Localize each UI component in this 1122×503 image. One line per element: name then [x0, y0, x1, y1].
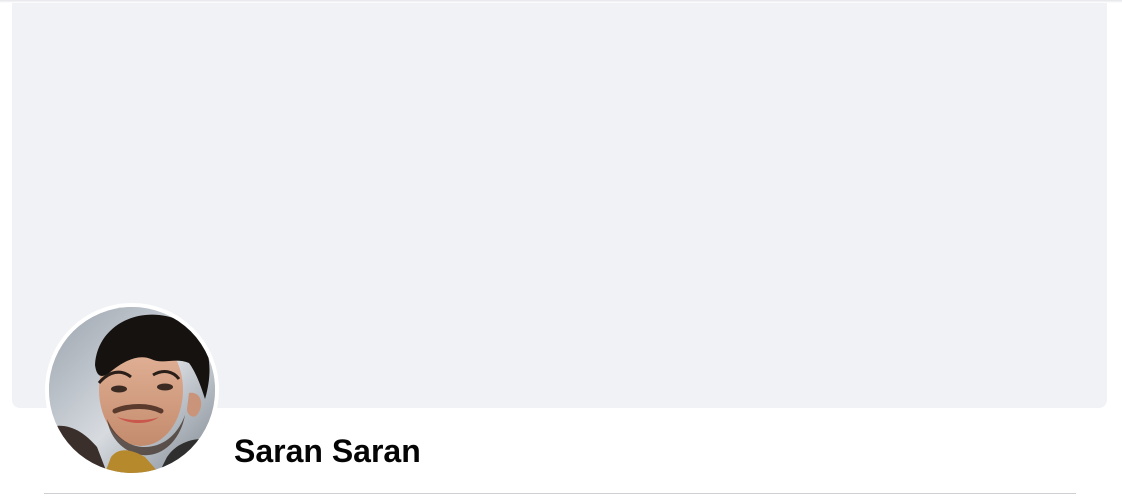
- profile-picture-ring: [45, 303, 219, 477]
- profile-name[interactable]: Saran Saran: [234, 432, 421, 470]
- header-divider: [44, 493, 1076, 494]
- profile-picture[interactable]: [49, 307, 215, 473]
- profile-header: Saran Saran: [0, 0, 1122, 503]
- avatar-photo-icon: [49, 307, 215, 473]
